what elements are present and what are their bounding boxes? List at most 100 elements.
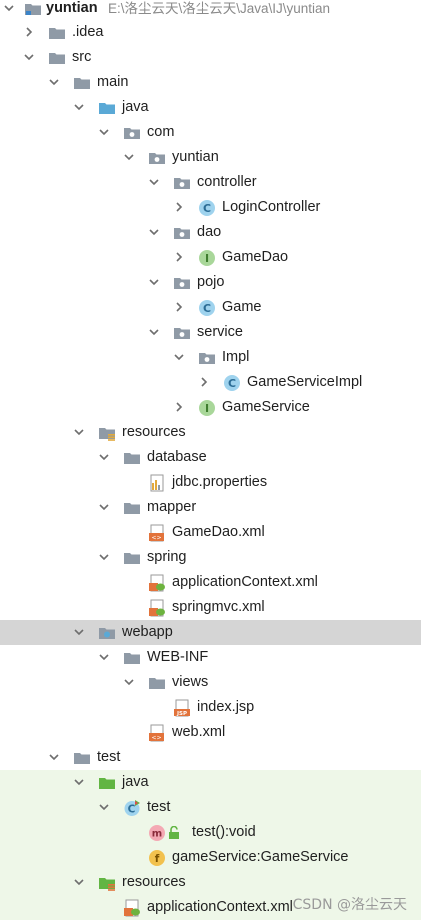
tree-label: LoginController [222, 199, 321, 215]
tree-row-gameserviceimpl[interactable]: C GameServiceImpl [0, 370, 421, 395]
tree-label: test():void [192, 824, 256, 840]
chevron-down-icon[interactable] [149, 227, 159, 237]
chevron-down-icon[interactable] [149, 327, 159, 337]
folder-icon [123, 549, 141, 567]
chevron-down-icon[interactable] [4, 3, 14, 13]
chevron-down-icon[interactable] [99, 652, 109, 662]
chevron-right-icon[interactable] [174, 252, 184, 262]
tree-row-pojo[interactable]: pojo [0, 270, 421, 295]
spring-xml-file-icon [148, 599, 166, 617]
chevron-down-icon[interactable] [149, 277, 159, 287]
tree-row-gamedao-xml[interactable]: <> GameDao.xml [0, 520, 421, 545]
tree-row-web-xml[interactable]: <> web.xml [0, 720, 421, 745]
tree-row-test-resources[interactable]: resources [0, 870, 421, 895]
package-icon [123, 124, 141, 142]
tree-row-yuntian[interactable]: yuntian [0, 145, 421, 170]
chevron-right-icon[interactable] [24, 27, 34, 37]
tree-row-test-class[interactable]: C test [0, 795, 421, 820]
chevron-down-icon[interactable] [99, 127, 109, 137]
folder-icon [123, 499, 141, 517]
svg-text:I: I [205, 402, 209, 415]
package-icon [173, 274, 191, 292]
tree-label: test [147, 799, 171, 815]
tree-row-controller[interactable]: controller [0, 170, 421, 195]
chevron-down-icon[interactable] [49, 77, 59, 87]
tree-row-test-method[interactable]: m test():void [0, 820, 421, 845]
tree-row-root[interactable]: yuntian E:\洛尘云天\洛尘云天\Java\IJ\yuntian [0, 0, 421, 21]
svg-text:f: f [155, 853, 160, 865]
chevron-down-icon[interactable] [124, 677, 134, 687]
tree-label: controller [197, 174, 257, 190]
tree-row-idea[interactable]: .idea [0, 20, 421, 45]
class-icon: C [198, 299, 216, 317]
chevron-down-icon[interactable] [24, 52, 34, 62]
tree-row-game[interactable]: C Game [0, 295, 421, 320]
tree-row-dao[interactable]: dao [0, 220, 421, 245]
chevron-down-icon[interactable] [74, 627, 84, 637]
tree-label: src [72, 49, 92, 65]
chevron-right-icon[interactable] [174, 402, 184, 412]
chevron-right-icon[interactable] [174, 202, 184, 212]
tree-row-service[interactable]: service [0, 320, 421, 345]
tree-row-com[interactable]: com [0, 120, 421, 145]
chevron-down-icon[interactable] [74, 102, 84, 112]
tree-row-views[interactable]: views [0, 670, 421, 695]
tree-row-impl[interactable]: Impl [0, 345, 421, 370]
tree-row-database[interactable]: database [0, 445, 421, 470]
tree-label: service [197, 324, 243, 340]
tree-row-web-inf[interactable]: WEB-INF [0, 645, 421, 670]
chevron-down-icon[interactable] [99, 502, 109, 512]
tree-label: jdbc.properties [172, 474, 268, 490]
tree-label: GameDao.xml [172, 524, 265, 540]
package-icon [148, 149, 166, 167]
properties-file-icon [148, 474, 166, 492]
chevron-down-icon[interactable] [174, 352, 184, 362]
tree-row-gamedao[interactable]: I GameDao [0, 245, 421, 270]
tree-row-logincontroller[interactable]: C LoginController [0, 195, 421, 220]
chevron-down-icon[interactable] [74, 427, 84, 437]
tree-row-mapper[interactable]: mapper [0, 495, 421, 520]
tree-label: .idea [72, 24, 104, 40]
tree-row-main[interactable]: main [0, 70, 421, 95]
tree-label: Game [222, 299, 262, 315]
svg-text:JSP: JSP [176, 711, 187, 717]
svg-text:<>: <> [151, 535, 161, 542]
tree-row-resources[interactable]: resources [0, 420, 421, 445]
chevron-down-icon[interactable] [74, 877, 84, 887]
spring-xml-file-icon [123, 899, 141, 917]
tree-row-springmvc-xml[interactable]: springmvc.xml [0, 595, 421, 620]
chevron-down-icon[interactable] [124, 152, 134, 162]
chevron-down-icon[interactable] [99, 452, 109, 462]
resources-folder-icon [98, 424, 116, 442]
module-folder-icon [24, 0, 42, 18]
chevron-down-icon[interactable] [149, 177, 159, 187]
tree-row-applicationcontext-xml[interactable]: applicationContext.xml [0, 570, 421, 595]
svg-text:C: C [203, 202, 211, 215]
chevron-right-icon[interactable] [174, 302, 184, 312]
chevron-down-icon[interactable] [74, 777, 84, 787]
xml-file-icon: <> [148, 724, 166, 742]
tree-row-index-jsp[interactable]: JSP index.jsp [0, 695, 421, 720]
tree-label: springmvc.xml [172, 599, 265, 615]
tree-row-spring[interactable]: spring [0, 545, 421, 570]
tree-row-jdbc-properties[interactable]: jdbc.properties [0, 470, 421, 495]
chevron-down-icon[interactable] [49, 752, 59, 762]
tree-row-src[interactable]: src [0, 45, 421, 70]
tree-row-webapp[interactable]: webapp [0, 620, 421, 645]
chevron-right-icon[interactable] [199, 377, 209, 387]
tree-row-java[interactable]: java [0, 95, 421, 120]
test-source-folder-icon [98, 774, 116, 792]
tree-label: WEB-INF [147, 649, 209, 665]
spring-xml-file-icon [148, 574, 166, 592]
chevron-down-icon[interactable] [99, 802, 109, 812]
interface-icon: I [198, 399, 216, 417]
tree-row-test[interactable]: test [0, 745, 421, 770]
tree-row-gameservice-field[interactable]: f gameService:GameService [0, 845, 421, 870]
tree-label: views [172, 674, 209, 690]
class-icon: C [198, 199, 216, 217]
tree-row-test-java[interactable]: java [0, 770, 421, 795]
chevron-down-icon[interactable] [99, 552, 109, 562]
package-icon [173, 224, 191, 242]
svg-text:C: C [128, 804, 136, 816]
tree-row-gameservice[interactable]: I GameService [0, 395, 421, 420]
